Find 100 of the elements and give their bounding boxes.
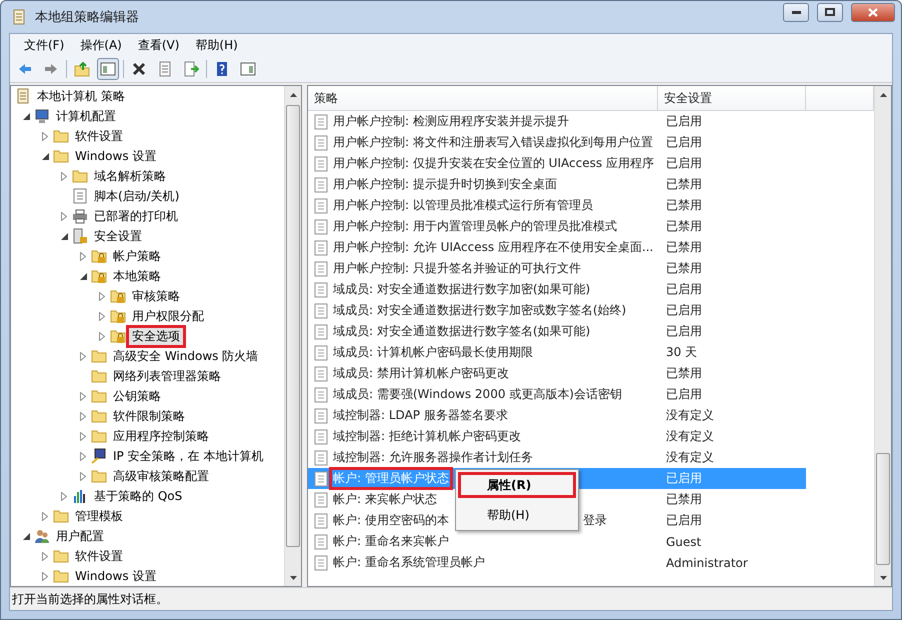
menu-item[interactable]: 查看(V)	[130, 36, 188, 54]
tree-item[interactable]: 软件限制策略	[107, 404, 191, 428]
collapsed-arrow-icon[interactable]	[61, 492, 67, 500]
expanded-arrow-icon[interactable]	[80, 272, 86, 280]
script-icon	[72, 188, 88, 204]
scroll-thumb[interactable]	[876, 453, 890, 565]
scrollbar[interactable]	[284, 86, 301, 586]
collapsed-arrow-icon[interactable]	[80, 352, 86, 360]
policy-name[interactable]: 用户帐户控制: 以管理员批准模式运行所有管理员	[329, 194, 597, 217]
policy-name[interactable]: 帐户: 重命名系统管理员帐户	[329, 551, 489, 574]
column-header[interactable]: 安全设置	[664, 90, 712, 106]
tree-item[interactable]: 安全设置	[88, 224, 148, 248]
collapsed-arrow-icon[interactable]	[80, 412, 86, 420]
scroll-down-icon[interactable]	[290, 576, 296, 580]
tree-item[interactable]: 基于策略的 QoS	[88, 484, 188, 508]
collapsed-arrow-icon[interactable]	[80, 432, 86, 440]
policy-name[interactable]: 域控制器: 允许服务器操作者计划任务	[329, 446, 537, 469]
menu-item[interactable]: 帮助(H)	[187, 36, 246, 54]
menu-item[interactable]: 文件(F)	[16, 36, 72, 54]
scroll-up-icon[interactable]	[880, 92, 886, 96]
tree-item[interactable]: 网络列表管理器策略	[107, 364, 227, 388]
tree-item[interactable]: 域名解析策略	[88, 164, 172, 188]
tree-item[interactable]: 本地计算机 策略	[31, 84, 131, 108]
collapsed-arrow-icon[interactable]	[42, 572, 48, 580]
tree-item[interactable]: 用户配置	[50, 524, 110, 548]
tree-item[interactable]: 安全选项	[126, 324, 186, 348]
policy-name[interactable]: 域控制器: 拒绝计算机帐户密码更改	[329, 425, 525, 448]
close-button[interactable]	[851, 2, 895, 22]
policy-name[interactable]: 域成员: 对安全通道数据进行数字签名(如果可能)	[329, 320, 594, 343]
tree-item[interactable]: 公钥策略	[107, 384, 167, 408]
policy-name[interactable]: 用户帐户控制: 检测应用程序安装并提示提升	[329, 110, 573, 133]
policy-name[interactable]: 帐户: 来宾帐户状态	[329, 488, 441, 511]
locked-folder-icon	[91, 248, 107, 264]
printer-icon	[72, 208, 88, 224]
policy-icon	[314, 386, 328, 402]
policy-name[interactable]: 域成员: 对安全通道数据进行数字加密(如果可能)	[329, 278, 594, 301]
folder-icon	[72, 168, 88, 184]
tree-item[interactable]: 脚本(启动/关机)	[88, 184, 186, 208]
context-menu-item[interactable]: 帮助(H)	[458, 502, 576, 528]
collapsed-arrow-icon[interactable]	[61, 212, 67, 220]
tree-item[interactable]: 管理模板	[69, 504, 129, 528]
expanded-arrow-icon[interactable]	[22, 532, 30, 540]
tree-item[interactable]: 计算机配置	[50, 104, 122, 128]
policy-name[interactable]: 用户帐户控制: 只提升签名并验证的可执行文件	[329, 257, 585, 280]
tree-item[interactable]: 本地策略	[107, 264, 167, 288]
tree-item[interactable]: 应用程序控制策略	[107, 424, 215, 448]
collapsed-arrow-icon[interactable]	[99, 292, 105, 300]
setting-value: 已禁用	[665, 365, 702, 382]
tree-item[interactable]: 用户权限分配	[126, 304, 210, 328]
tree-item[interactable]: 帐户策略	[107, 244, 167, 268]
collapsed-arrow-icon[interactable]	[80, 472, 86, 480]
policy-name[interactable]: 域成员: 禁用计算机帐户密码更改	[329, 362, 513, 385]
setting-value: 已启用	[665, 134, 702, 151]
collapsed-arrow-icon[interactable]	[42, 512, 48, 520]
locked-folder-icon	[110, 308, 126, 324]
collapsed-arrow-icon[interactable]	[42, 132, 48, 140]
policy-name[interactable]: 登录	[578, 509, 611, 532]
policy-name[interactable]: 用户帐户控制: 将文件和注册表写入错误虚拟化到每用户位置	[329, 131, 657, 154]
tree-item[interactable]: 软件设置	[69, 124, 129, 148]
scroll-up-icon[interactable]	[290, 92, 296, 96]
minimize-button[interactable]	[783, 2, 809, 22]
scroll-down-icon[interactable]	[880, 576, 886, 580]
collapsed-arrow-icon[interactable]	[61, 172, 67, 180]
tree-item[interactable]: Windows 设置	[69, 564, 162, 588]
policy-name[interactable]: 域控制器: LDAP 服务器签名要求	[329, 404, 512, 427]
policy-name[interactable]: 域成员: 对安全通道数据进行数字加密或数字签名(始终)	[329, 299, 630, 322]
expanded-arrow-icon[interactable]	[60, 232, 68, 240]
tree-item[interactable]: Windows 设置	[69, 144, 162, 168]
policy-name[interactable]: 帐户: 重命名来宾帐户	[329, 530, 453, 553]
expanded-arrow-icon[interactable]	[42, 152, 48, 160]
policy-name[interactable]: 帐户: 使用空密码的本	[329, 509, 453, 532]
maximize-button[interactable]	[817, 2, 843, 22]
tree-item[interactable]: 已部署的打印机	[88, 204, 184, 228]
collapsed-arrow-icon[interactable]	[99, 332, 105, 340]
toolbar-button[interactable]	[97, 58, 119, 80]
collapsed-arrow-icon[interactable]	[99, 312, 105, 320]
policy-name[interactable]: 用户帐户控制: 仅提升安装在安全位置的 UIAccess 应用程序	[329, 152, 658, 175]
context-menu-item[interactable]: 属性(R)	[458, 472, 576, 498]
policy-icon	[314, 134, 328, 150]
collapsed-arrow-icon[interactable]	[80, 392, 86, 400]
policy-name[interactable]: 用户帐户控制: 用于内置管理员帐户的管理员批准模式	[329, 215, 621, 238]
collapsed-arrow-icon[interactable]	[80, 252, 86, 260]
policy-name[interactable]: 域成员: 需要强(Windows 2000 或更高版本)会话密钥	[329, 383, 626, 406]
tree-item[interactable]: IP 安全策略，在 本地计算机	[107, 444, 270, 468]
policy-name[interactable]: 域成员: 计算机帐户密码最长使用期限	[329, 341, 537, 364]
column-header[interactable]: 策略	[314, 90, 338, 106]
policy-name[interactable]: 用户帐户控制: 提示提升时切换到安全桌面	[329, 173, 561, 196]
tree-item[interactable]: 审核策略	[126, 284, 186, 308]
tree-item[interactable]: 高级审核策略配置	[107, 464, 215, 488]
policy-icon	[314, 408, 328, 424]
tree-item[interactable]: 软件设置	[69, 544, 129, 568]
tree-item[interactable]: 高级安全 Windows 防火墙	[107, 344, 264, 368]
scrollbar[interactable]	[874, 86, 891, 586]
collapsed-arrow-icon[interactable]	[42, 552, 48, 560]
menu-item[interactable]: 操作(A)	[72, 36, 130, 54]
policy-name[interactable]: 用户帐户控制: 允许 UIAccess 应用程序在不使用安全桌面...	[329, 236, 658, 259]
collapsed-arrow-icon[interactable]	[80, 452, 86, 460]
expanded-arrow-icon[interactable]	[22, 112, 30, 120]
scroll-thumb[interactable]	[286, 105, 300, 547]
locked-folder-icon	[110, 328, 126, 344]
